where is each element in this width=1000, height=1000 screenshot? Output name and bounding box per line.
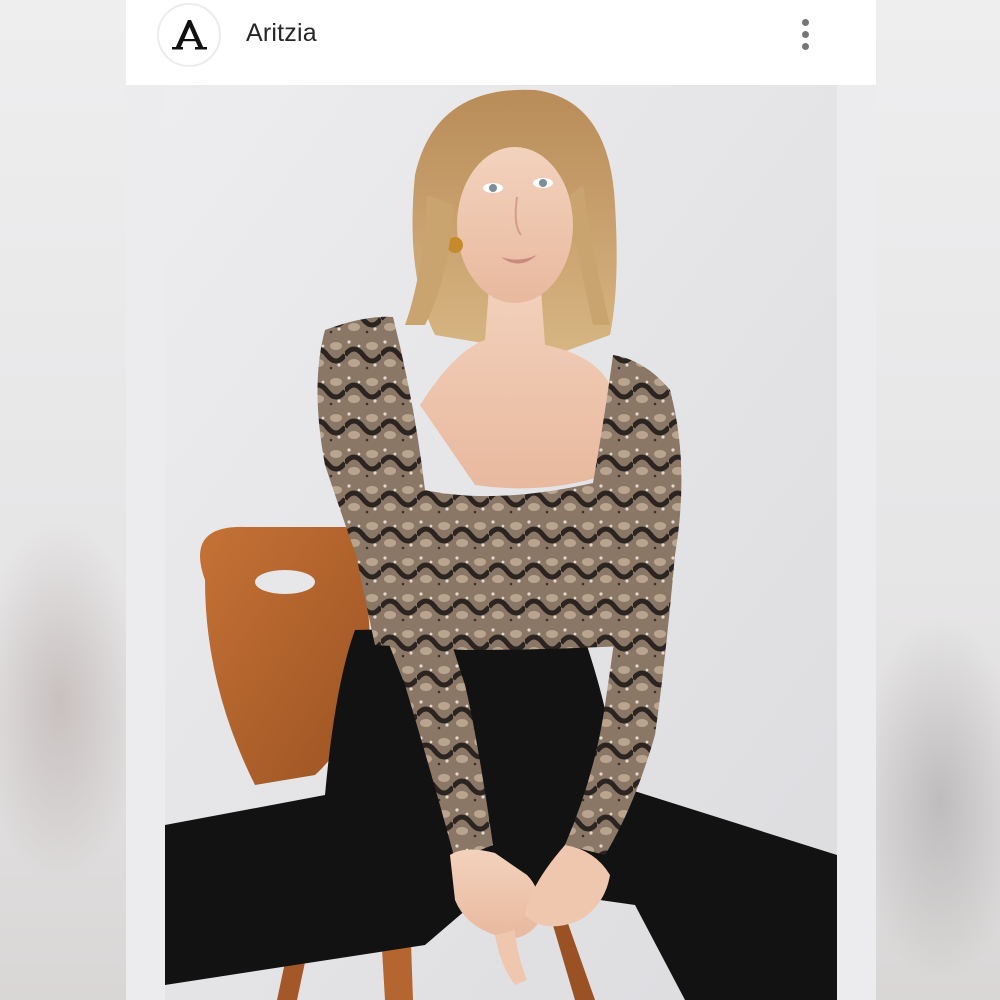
photo-frame xyxy=(126,85,876,1000)
photo-illustration xyxy=(165,85,837,1000)
product-photo[interactable] xyxy=(165,85,837,1000)
menu-dot xyxy=(801,42,809,50)
more-options-button[interactable] xyxy=(790,12,820,56)
menu-dot xyxy=(801,18,809,26)
aritzia-logo-icon xyxy=(172,20,207,50)
menu-dot xyxy=(801,30,809,38)
account-name[interactable]: Aritzia xyxy=(246,18,317,48)
post-header: Aritzia xyxy=(126,0,876,85)
post-card: Aritzia xyxy=(126,0,876,1000)
account-avatar[interactable] xyxy=(157,3,221,67)
